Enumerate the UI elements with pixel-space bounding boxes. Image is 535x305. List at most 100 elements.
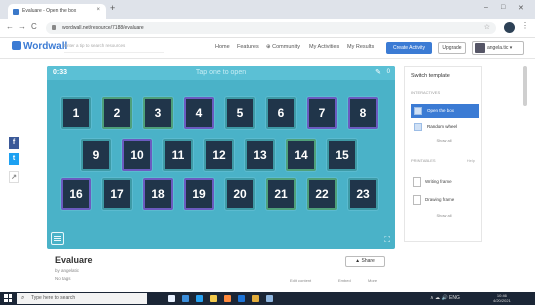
box-12[interactable]: 12: [204, 139, 234, 171]
chrome-app-icon[interactable]: [252, 295, 259, 302]
box-16[interactable]: 16: [61, 178, 91, 210]
share-button[interactable]: ▲ Share: [345, 256, 385, 267]
nav-features[interactable]: Features: [237, 44, 259, 50]
windows-start-icon[interactable]: [4, 294, 12, 302]
box-3[interactable]: 3: [143, 97, 173, 129]
embed-link[interactable]: Embed: [338, 278, 351, 283]
box-21[interactable]: 21: [266, 178, 296, 210]
lock-icon: [52, 25, 56, 30]
store-app-icon[interactable]: [196, 295, 203, 302]
more-link[interactable]: More: [368, 278, 377, 283]
help-link[interactable]: Help: [467, 158, 475, 163]
upgrade-button[interactable]: Upgrade: [438, 42, 466, 54]
photos-app-icon[interactable]: [266, 295, 273, 302]
wordwall-favicon-icon: [13, 9, 19, 15]
url-bar[interactable]: wordwall.net/resource/7188/evaluare ☆: [46, 22, 496, 34]
box-8[interactable]: 8: [348, 97, 378, 129]
printable-drawing-frame[interactable]: Drawing frame: [411, 193, 479, 207]
game-menu-icon[interactable]: [51, 232, 64, 245]
taskbar-search-box[interactable]: ⌕ Type here to search: [17, 293, 147, 304]
search-icon: ⌕: [21, 295, 25, 301]
app-icon[interactable]: [224, 295, 231, 302]
reload-button[interactable]: C: [31, 22, 37, 32]
wordwall-logo[interactable]: Wordwall: [12, 41, 67, 52]
box-11[interactable]: 11: [163, 139, 193, 171]
open-box-template-icon: [414, 107, 422, 115]
template-label: Random wheel: [427, 124, 458, 129]
printables-heading: PRINTABLES: [411, 158, 436, 163]
back-button[interactable]: ←: [6, 22, 14, 32]
system-tray[interactable]: ∧ ☁ 🔊 ENG: [430, 295, 460, 301]
nav-community[interactable]: ⊕ Community: [266, 44, 300, 50]
box-19[interactable]: 19: [184, 178, 214, 210]
box-18[interactable]: 18: [143, 178, 173, 210]
activity-title: Evaluare: [55, 255, 93, 265]
browser-menu-icon[interactable]: ⋮: [521, 21, 529, 30]
box-14[interactable]: 14: [286, 139, 316, 171]
box-23[interactable]: 23: [348, 178, 378, 210]
share-link-button[interactable]: ↗: [9, 171, 19, 183]
activity-tags: No tags: [55, 276, 71, 281]
printable-writing-frame[interactable]: Writing frame: [411, 175, 479, 189]
edit-pen-icon[interactable]: ✎: [375, 68, 381, 76]
edit-content-link[interactable]: Edit content: [290, 278, 311, 283]
new-tab-button[interactable]: +: [110, 4, 115, 13]
box-2[interactable]: 2: [102, 97, 132, 129]
box-17[interactable]: 17: [102, 178, 132, 210]
show-all-interactives-link[interactable]: Show all: [405, 138, 483, 143]
box-4[interactable]: 4: [184, 97, 214, 129]
wheel-template-icon: [414, 123, 422, 131]
box-1[interactable]: 1: [61, 97, 91, 129]
box-22[interactable]: 22: [307, 178, 337, 210]
bookmark-star-icon[interactable]: ☆: [484, 23, 490, 31]
taskbar-clock[interactable]: 10:46 4/20/2021: [493, 293, 511, 303]
browser-profile-avatar[interactable]: [504, 22, 515, 33]
template-random-wheel[interactable]: Random wheel: [411, 120, 479, 134]
clock-date: 4/20/2021: [493, 298, 511, 303]
nav-home[interactable]: Home: [215, 44, 230, 50]
user-menu-button[interactable]: angela.tic ▾: [472, 41, 524, 55]
nav-my-results[interactable]: My Results: [347, 44, 374, 50]
windows-taskbar: ⌕ Type here to search ∧ ☁ 🔊 ENG 10:46 4/…: [0, 292, 535, 305]
task-view-icon[interactable]: [168, 295, 175, 302]
browser-tab[interactable]: Evaluare - Open the box ×: [8, 4, 106, 19]
nav-my-activities[interactable]: My Activities: [309, 44, 339, 50]
close-tab-icon[interactable]: ×: [96, 7, 100, 13]
user-name: angela.tic: [487, 45, 509, 51]
maximize-button[interactable]: □: [501, 4, 505, 11]
score-counter: 0: [386, 69, 390, 75]
facebook-share-button[interactable]: f: [9, 137, 19, 149]
box-13[interactable]: 13: [245, 139, 275, 171]
wordwall-logo-icon: [12, 41, 21, 50]
box-20[interactable]: 20: [225, 178, 255, 210]
box-5[interactable]: 5: [225, 97, 255, 129]
word-app-icon[interactable]: [238, 295, 245, 302]
edge-app-icon[interactable]: [182, 295, 189, 302]
box-10[interactable]: 10: [122, 139, 152, 171]
page-scrollbar[interactable]: [523, 66, 527, 106]
activity-author[interactable]: by angelatic: [55, 268, 79, 273]
box-15[interactable]: 15: [327, 139, 357, 171]
browser-tabbar: Evaluare - Open the box × + – □ ✕: [0, 0, 535, 19]
url-text[interactable]: wordwall.net/resource/7188/evaluare: [62, 25, 144, 31]
game-area: 0:33 Tap one to open ✎ 0 1 2 3 4 5 6 7 8…: [47, 66, 395, 249]
twitter-share-button[interactable]: t: [9, 153, 19, 165]
nav-community-label: Community: [272, 44, 300, 50]
box-7[interactable]: 7: [307, 97, 337, 129]
switch-template-title: Switch template: [411, 73, 450, 79]
interactives-heading: INTERACTIVES: [411, 90, 441, 95]
site-search-input[interactable]: Enter a tip to search resources: [64, 43, 164, 53]
printable-label: Drawing frame: [425, 197, 455, 202]
close-window-button[interactable]: ✕: [518, 4, 524, 12]
template-open-the-box[interactable]: Open the box: [411, 104, 479, 118]
forward-button[interactable]: →: [18, 22, 26, 32]
minimize-button[interactable]: –: [484, 4, 488, 11]
user-avatar: [475, 43, 485, 53]
file-explorer-icon[interactable]: [210, 295, 217, 302]
show-all-printables-link[interactable]: Show all: [405, 213, 483, 218]
fullscreen-icon[interactable]: ⛶: [384, 235, 390, 245]
create-activity-button[interactable]: Create Activity: [386, 42, 432, 54]
box-6[interactable]: 6: [266, 97, 296, 129]
chevron-down-icon: ▾: [509, 45, 513, 51]
box-9[interactable]: 9: [81, 139, 111, 171]
